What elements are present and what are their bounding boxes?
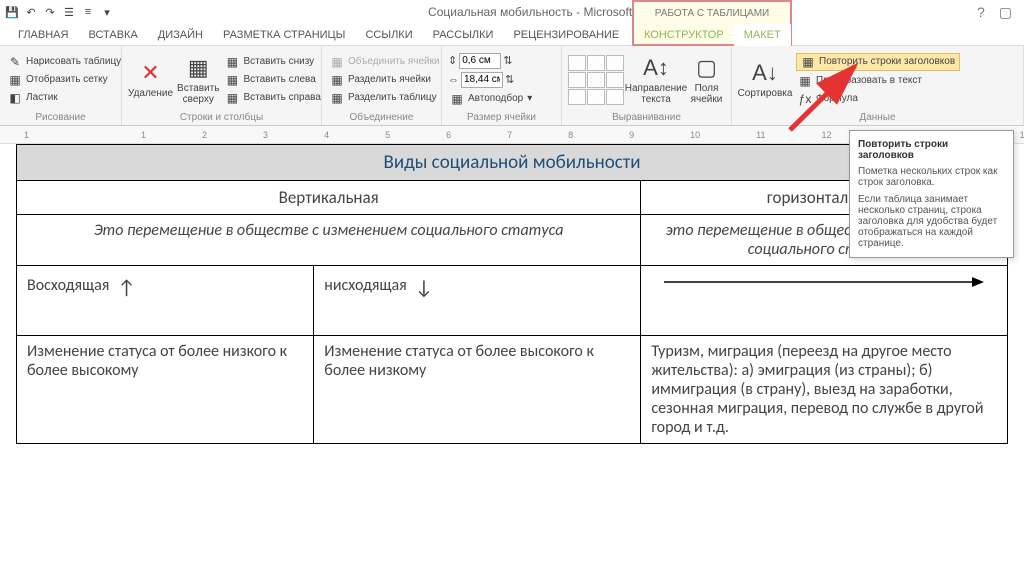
ribbon-tabs: ГЛАВНАЯ ВСТАВКА ДИЗАЙН РАЗМЕТКА СТРАНИЦЫ…: [0, 24, 1024, 46]
sort-button[interactable]: A↓ Сортировка: [738, 49, 792, 110]
redo-icon[interactable]: ↷: [42, 4, 58, 20]
insert-left-icon: ▦: [225, 73, 239, 87]
delete-button[interactable]: ✕ Удаление: [128, 49, 173, 110]
tab-design[interactable]: ДИЗАЙН: [148, 24, 213, 46]
title-bar: 💾 ↶ ↷ ☰ ≡ ▾ Социальная мобильность - Mic…: [0, 0, 1024, 24]
tooltip-line2: Если таблица занимает несколько страниц,…: [858, 194, 1005, 249]
insert-below-button[interactable]: ▦Вставить снизу: [223, 54, 322, 70]
repeat-header-icon: ▦: [801, 55, 815, 69]
horizontal-arrow-cell[interactable]: [641, 266, 1008, 336]
insert-above-icon: ▦: [188, 55, 209, 81]
alignment-grid[interactable]: [568, 55, 624, 105]
insert-right-button[interactable]: ▦Вставить справа: [223, 90, 322, 106]
repeat-header-rows-button[interactable]: ▦Повторить строки заголовков: [796, 53, 960, 71]
descending-detail[interactable]: Изменение статуса от более высокого к бо…: [314, 336, 641, 444]
vertical-header[interactable]: Вертикальная: [17, 181, 641, 215]
eraser-icon: ◧: [8, 91, 22, 105]
grid-icon: ▦: [8, 73, 22, 87]
formula-button[interactable]: ƒxФормула: [796, 91, 960, 107]
sort-icon: A↓: [752, 60, 778, 86]
tooltip-line1: Пометка нескольких строк как строк загол…: [858, 166, 1005, 188]
insert-right-icon: ▦: [225, 91, 239, 105]
tab-insert[interactable]: ВСТАВКА: [78, 24, 147, 46]
delete-icon: ✕: [141, 60, 159, 86]
help-icon[interactable]: ?: [977, 4, 985, 21]
tab-references[interactable]: ССЫЛКИ: [355, 24, 422, 46]
bullets-icon[interactable]: ☰: [61, 4, 77, 20]
group-draw-label: Рисование: [6, 110, 115, 125]
formula-icon: ƒx: [798, 92, 812, 106]
quick-access-toolbar: 💾 ↶ ↷ ☰ ≡ ▾: [4, 4, 115, 20]
table-tools-context-label: РАБОТА С ТАБЛИЦАМИ: [632, 0, 792, 24]
draw-table-button[interactable]: ✎Нарисовать таблицу: [6, 54, 123, 70]
insert-left-button[interactable]: ▦Вставить слева: [223, 72, 322, 88]
tooltip-title: Повторить строки заголовков: [858, 139, 1005, 161]
col-width-spinner[interactable]: ⇔⇅: [448, 72, 534, 88]
autofit-icon: ▦: [450, 92, 464, 106]
table-tools-tabs: КОНСТРУКТОР МАКЕТ: [632, 24, 792, 46]
group-data-label: Данные: [738, 110, 1017, 125]
undo-icon[interactable]: ↶: [23, 4, 39, 20]
group-merge-label: Объединение: [328, 110, 435, 125]
split-cells-button[interactable]: ▦Разделить ячейки: [328, 72, 442, 88]
text-direction-button[interactable]: A↕ Направление текста: [628, 55, 684, 105]
tab-mailings[interactable]: РАССЫЛКИ: [423, 24, 504, 46]
tab-review[interactable]: РЕЦЕНЗИРОВАНИЕ: [503, 24, 629, 46]
convert-to-text-button[interactable]: ▦Преобразовать в текст: [796, 73, 960, 89]
eraser-button[interactable]: ◧Ластик: [6, 90, 123, 106]
tab-table-design[interactable]: КОНСТРУКТОР: [634, 24, 734, 46]
group-cellsize-label: Размер ячейки: [448, 110, 555, 125]
split-cells-icon: ▦: [330, 73, 344, 87]
document-title: Социальная мобильность - Microsoft Word: [115, 5, 977, 19]
text-direction-icon: A↕: [643, 55, 669, 81]
group-align-label: Выравнивание: [568, 110, 725, 125]
descending-cell[interactable]: нисходящая: [314, 266, 641, 336]
vertical-desc[interactable]: Это перемещение в обществе с изменением …: [17, 215, 641, 266]
split-table-button[interactable]: ▦Разделить таблицу: [328, 90, 442, 106]
horizontal-detail[interactable]: Туризм, миграция (переезд на другое мест…: [641, 336, 1008, 444]
merge-cells-button: ▦Объединить ячейки: [328, 54, 442, 70]
tab-table-layout[interactable]: МАКЕТ: [734, 24, 791, 46]
merge-icon: ▦: [330, 55, 344, 69]
insert-below-icon: ▦: [225, 55, 239, 69]
numbering-icon[interactable]: ≡: [80, 4, 96, 20]
width-icon: ⇔: [448, 74, 459, 86]
repeat-header-tooltip: Повторить строки заголовков Пометка неск…: [849, 130, 1014, 258]
row-height-spinner[interactable]: ⇕⇅: [448, 53, 534, 69]
ribbon-options-icon[interactable]: ▢: [999, 4, 1012, 21]
group-rows-cols-label: Строки и столбцы: [128, 110, 315, 125]
tab-page-layout[interactable]: РАЗМЕТКА СТРАНИЦЫ: [213, 24, 355, 46]
tab-home[interactable]: ГЛАВНАЯ: [8, 24, 78, 46]
split-table-icon: ▦: [330, 91, 344, 105]
pencil-icon: ✎: [8, 55, 22, 69]
convert-icon: ▦: [798, 74, 812, 88]
view-gridlines-button[interactable]: ▦Отобразить сетку: [6, 72, 123, 88]
save-icon[interactable]: 💾: [4, 4, 20, 20]
margins-icon: ▢: [696, 55, 717, 81]
ribbon: ✎Нарисовать таблицу ▦Отобразить сетку ◧Л…: [0, 46, 1024, 126]
height-icon: ⇕: [448, 54, 457, 67]
cell-margins-button[interactable]: ▢ Поля ячейки: [688, 55, 725, 105]
ascending-detail[interactable]: Изменение статуса от более низкого к бол…: [17, 336, 314, 444]
ascending-cell[interactable]: Восходящая: [17, 266, 314, 336]
autofit-button[interactable]: ▦Автоподбор ▾: [448, 91, 534, 107]
customize-qat-icon[interactable]: ▾: [99, 4, 115, 20]
insert-above-button[interactable]: ▦ Вставить сверху: [177, 49, 219, 110]
